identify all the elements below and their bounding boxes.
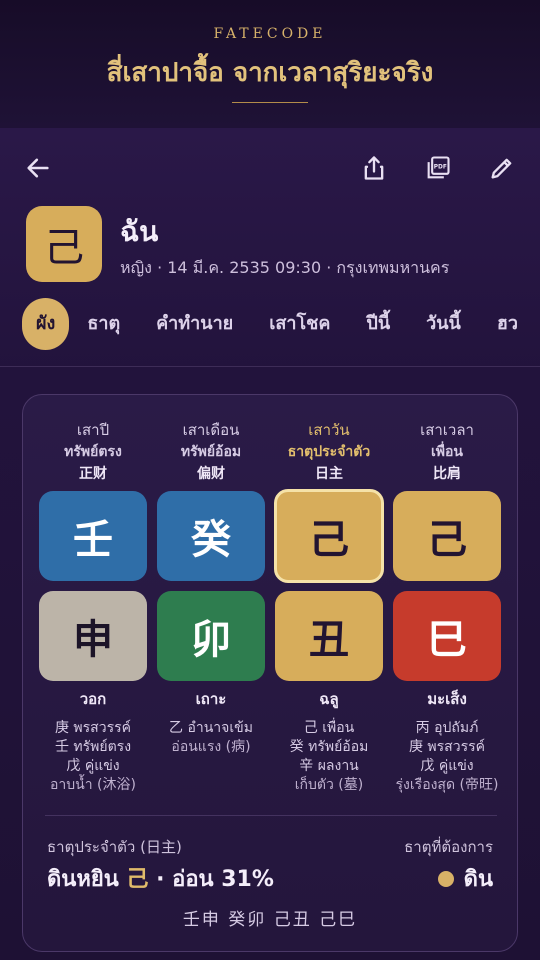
card-divider	[45, 815, 497, 816]
tab-elements[interactable]: ธาตุ	[69, 298, 138, 350]
tagline: สี่เสาปาจื้อ จากเวลาสุริยะจริง	[106, 58, 434, 88]
animal-month: เถาะ	[195, 690, 227, 708]
tab-prediction[interactable]: คำทำนาย	[138, 298, 251, 350]
header-divider	[232, 102, 308, 103]
pillar-header-month: เสาเดือน ทรัพย์อ้อม 偏财	[180, 421, 242, 482]
stem-tile-day[interactable]: 己	[274, 489, 384, 583]
tab-bar: ผัง ธาตุ คำทำนาย เสาโชค ปีนี้ วันนี้ ฮว	[22, 298, 540, 350]
branch-tile-year[interactable]: 申	[39, 591, 147, 681]
hidden-stems-day: 己 เพื่อน 癸 ทรัพย์อ้อม 辛 ผลงาน เก็บตัว (墓…	[289, 720, 369, 793]
branch-tile-hour[interactable]: 巳	[393, 591, 501, 681]
pdf-icon[interactable]: PDF	[422, 152, 454, 184]
pillar-header-hour: เสาเวลา เพื่อน 比肩	[420, 421, 474, 482]
pillar-header-day: เสาวัน ธาตุประจำตัว 日主	[287, 421, 371, 482]
animal-hour: มะเส็ง	[427, 690, 467, 708]
app-header: FATECODE สี่เสาปาจื้อ จากเวลาสุริยะจริง	[0, 0, 540, 128]
toolbar: PDF	[0, 150, 540, 190]
needed-element-value: ดิน	[437, 861, 493, 896]
element-dot-icon	[437, 870, 454, 887]
daymaster-label: ธาตุประจำตัว (日主)	[47, 838, 182, 856]
pencil-icon[interactable]	[486, 152, 518, 184]
arrow-left-icon[interactable]	[22, 152, 54, 184]
stem-tile-month[interactable]: 癸	[157, 491, 265, 581]
share-icon[interactable]	[358, 152, 390, 184]
tab-today[interactable]: วันนี้	[408, 298, 479, 350]
pillar-header-year: เสาปี ทรัพย์ตรง 正财	[64, 421, 122, 482]
tab-chart[interactable]: ผัง	[22, 298, 70, 350]
stem-tile-hour[interactable]: 己	[393, 491, 501, 581]
tab-more[interactable]: ฮว	[479, 298, 536, 350]
animal-day: ฉลู	[319, 690, 339, 708]
hidden-stems-hour: 丙 อุปถัมภ์ 庚 พรสวรรค์ 戊 คู่แข่ง รุ่งเรือ…	[395, 720, 499, 793]
hidden-stems-month: 乙 อำนาจเข้ม อ่อนแรง (病)	[169, 720, 253, 755]
needed-element-label: ธาตุที่ต้องการ	[404, 838, 493, 856]
daymaster-value: ดินหยิน 己 · อ่อน 31%	[47, 867, 274, 892]
tab-luck-pillars[interactable]: เสาโชค	[251, 298, 348, 350]
animal-year: วอก	[79, 690, 107, 708]
branch-tile-day[interactable]: 丑	[275, 591, 383, 681]
profile-avatar: 己	[26, 206, 102, 282]
stem-tile-year[interactable]: 壬	[39, 491, 147, 581]
hidden-stems-year: 庚 พรสวรรค์ 壬 ทรัพย์ตรง 戊 คู่แข่ง อาบน้ำ …	[50, 720, 136, 793]
brand-name: FATECODE	[213, 26, 327, 42]
four-pillars-card: เสาปี ทรัพย์ตรง 正财 เสาเดือน ทรัพย์อ้อม 偏…	[22, 394, 518, 952]
profile-birth-info: หญิง · 14 มี.ค. 2535 09:30 · กรุงเทพมหาน…	[120, 258, 450, 277]
pillars-summary: 壬申 癸卯 己丑 己巳	[182, 910, 358, 930]
profile-name: ฉัน	[120, 215, 159, 248]
section-divider	[0, 366, 540, 367]
tab-this-year[interactable]: ปีนี้	[348, 298, 408, 350]
svg-text:PDF: PDF	[434, 165, 447, 171]
branch-tile-month[interactable]: 卯	[157, 591, 265, 681]
